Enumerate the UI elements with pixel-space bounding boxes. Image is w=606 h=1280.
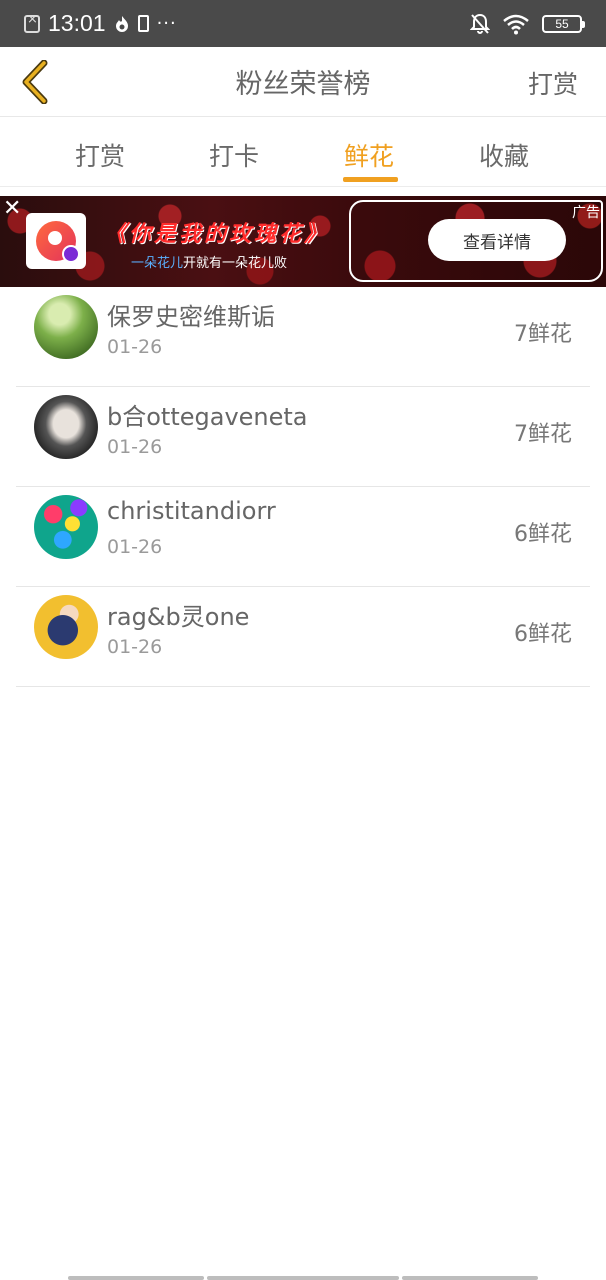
tab-bar: 打赏 打卡 鲜花 收藏	[0, 117, 606, 187]
flower-count: 6鲜花	[514, 622, 572, 647]
list-item[interactable]: christitandiorr 01-26 6鲜花	[16, 487, 590, 587]
fan-date: 01-26	[107, 336, 163, 358]
battery-icon: 55	[542, 14, 585, 33]
back-button[interactable]	[12, 57, 58, 107]
music-app-icon	[36, 221, 80, 263]
ad-close-icon[interactable]: ✕	[3, 196, 21, 221]
gesture-bar-left	[68, 1276, 204, 1280]
list-item[interactable]: rag&b灵one 01-26 6鲜花	[16, 587, 590, 687]
sim-error-icon	[24, 12, 40, 33]
flower-count: 6鲜花	[514, 522, 572, 547]
tab-flowers[interactable]: 鲜花	[344, 137, 394, 173]
gesture-bar-center	[207, 1276, 399, 1280]
phone-icon	[137, 15, 149, 32]
avatar[interactable]	[34, 295, 98, 359]
ad-subtitle: 一朵花儿开就有一朵花儿败	[131, 252, 287, 271]
status-right: 55	[470, 13, 585, 35]
ad-title: 《你是我的玫瑰花》	[104, 221, 330, 247]
fan-name: 保罗史密维斯诟	[107, 303, 275, 331]
fan-list: 保罗史密维斯诟 01-26 7鲜花 b合ottegaveneta 01-26 7…	[16, 287, 590, 687]
fan-name: christitandiorr	[107, 497, 276, 525]
flower-count: 7鲜花	[514, 422, 572, 447]
status-left: 13:01 ···	[24, 10, 177, 37]
status-time: 13:01	[48, 10, 106, 36]
status-bar: 13:01 ··· 55	[0, 0, 606, 47]
flower-count: 7鲜花	[514, 322, 572, 347]
header: 粉丝荣誉榜 打赏	[0, 47, 606, 117]
ad-subtitle-highlight: 一朵花儿	[131, 256, 184, 271]
ad-view-details-button[interactable]: 查看详情	[428, 219, 566, 261]
list-item[interactable]: b合ottegaveneta 01-26 7鲜花	[16, 387, 590, 487]
more-notifications-icon: ···	[156, 13, 177, 34]
ad-banner[interactable]: ✕ 《你是我的玫瑰花》 一朵花儿开就有一朵花儿败 广告 查看详情	[0, 196, 606, 287]
fan-date: 01-26	[107, 536, 163, 558]
fan-name: b合ottegaveneta	[107, 403, 308, 431]
tab-checkin[interactable]: 打卡	[209, 137, 259, 173]
page-title: 粉丝荣誉榜	[235, 69, 371, 100]
ad-tag: 广告	[572, 205, 600, 221]
mute-bell-icon	[470, 13, 490, 34]
ad-subtitle-rest: 开就有一朵花儿败	[183, 256, 288, 271]
tab-favorites[interactable]: 收藏	[479, 137, 529, 173]
flame-icon	[115, 15, 128, 32]
fan-name: rag&b灵one	[107, 603, 250, 631]
tab-reward[interactable]: 打赏	[75, 137, 125, 173]
ad-app-logo	[26, 213, 86, 269]
list-item[interactable]: 保罗史密维斯诟 01-26 7鲜花	[16, 287, 590, 387]
avatar[interactable]	[34, 395, 98, 459]
fan-date: 01-26	[107, 436, 163, 458]
avatar[interactable]	[34, 495, 98, 559]
reward-button[interactable]: 打赏	[528, 65, 578, 101]
gesture-bar-right	[402, 1276, 538, 1280]
wifi-icon	[503, 14, 529, 34]
fan-date: 01-26	[107, 636, 163, 658]
chevron-left-icon	[22, 60, 48, 104]
active-tab-indicator	[343, 177, 398, 182]
avatar[interactable]	[34, 595, 98, 659]
